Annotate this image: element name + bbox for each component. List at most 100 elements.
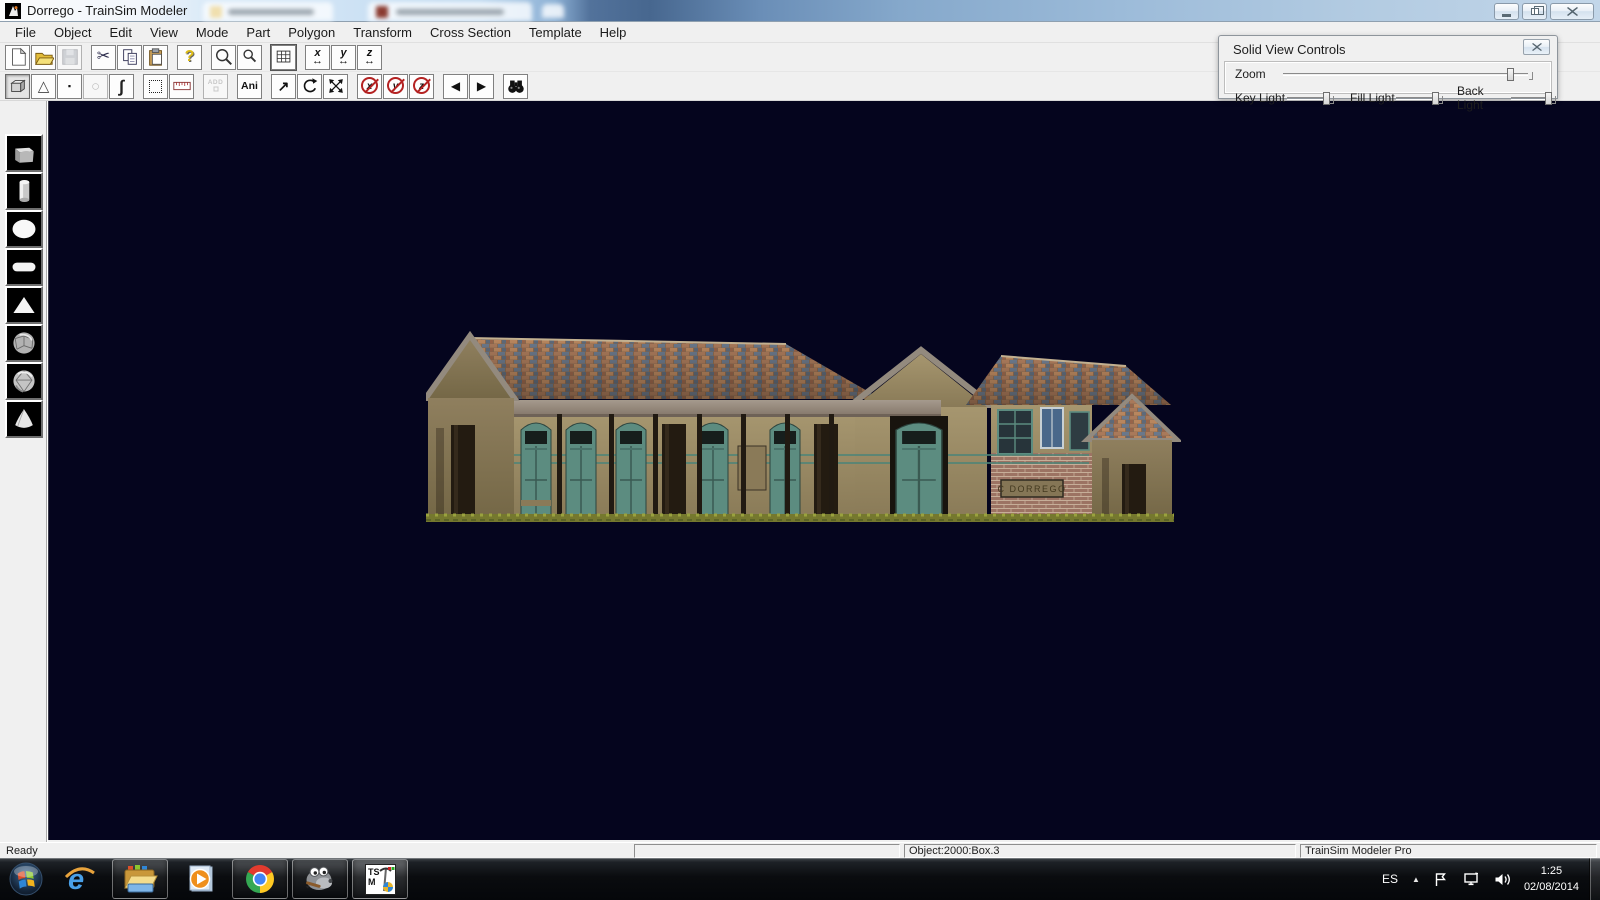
circle-tool-button[interactable]: ○ [83, 74, 108, 99]
fill-light-slider[interactable] [1396, 97, 1438, 100]
palette-geosphere2-button[interactable] [5, 362, 43, 400]
copy-icon [120, 47, 140, 67]
selection-rectangle-icon [149, 80, 162, 93]
lock-x-button[interactable]: x [357, 74, 382, 99]
internet-explorer-icon: e [63, 862, 97, 896]
measure-button[interactable] [169, 74, 194, 99]
palette-cylinder-button[interactable] [5, 172, 43, 210]
next-button[interactable]: ▶ [469, 74, 494, 99]
triangle-icon: △ [38, 79, 50, 94]
viewport-3d[interactable]: C DORREGO [48, 101, 1600, 840]
previous-button[interactable]: ◀ [443, 74, 468, 99]
animation-button[interactable]: Ani [237, 74, 262, 99]
panel-close-button[interactable] [1523, 39, 1550, 55]
palette-dome-button[interactable] [5, 400, 43, 438]
grid-icon [274, 47, 294, 67]
status-bar: Ready Object:2000:Box.3 TrainSim Modeler… [0, 842, 1600, 858]
network-icon[interactable] [1463, 872, 1480, 887]
taskbar-gimp[interactable] [292, 859, 348, 899]
copy-button[interactable] [117, 45, 142, 70]
x-axis-button[interactable]: x↔ [305, 45, 330, 70]
grid-toggle-button[interactable] [271, 45, 296, 70]
move-tool-button[interactable]: ↗ [271, 74, 296, 99]
clock[interactable]: 1:25 02/08/2014 [1524, 863, 1579, 896]
menu-file[interactable]: File [6, 22, 45, 43]
select-rect-button[interactable] [143, 74, 168, 99]
menu-transform[interactable]: Transform [344, 22, 421, 43]
minimize-button[interactable] [1494, 3, 1519, 20]
zoom-out-button[interactable] [237, 45, 262, 70]
restore-button[interactable] [1522, 3, 1547, 20]
menu-view[interactable]: View [141, 22, 187, 43]
y-axis-button[interactable]: y↔ [331, 45, 356, 70]
menu-polygon[interactable]: Polygon [279, 22, 344, 43]
menu-help[interactable]: Help [591, 22, 636, 43]
taskbar-trainsim-modeler[interactable]: TS M [352, 859, 408, 899]
palette-geosphere-button[interactable] [5, 324, 43, 362]
windows-start-icon [8, 861, 44, 897]
geosphere2-primitive-icon [9, 366, 39, 396]
window-title: Dorrego - TrainSim Modeler [27, 3, 187, 18]
palette-cone-button[interactable] [5, 286, 43, 324]
key-light-slider[interactable] [1287, 97, 1329, 100]
start-button[interactable] [2, 858, 50, 900]
back-light-label: Back Light [1457, 84, 1511, 112]
menu-edit[interactable]: Edit [101, 22, 141, 43]
taskbar-explorer[interactable] [112, 859, 168, 899]
restore-icon [1531, 8, 1539, 15]
add-point-button[interactable]: ADD [203, 74, 228, 99]
box-tool-button[interactable] [5, 74, 30, 99]
menu-template[interactable]: Template [520, 22, 591, 43]
new-file-button[interactable] [5, 45, 30, 70]
find-button[interactable] [503, 74, 528, 99]
zoom-in-button[interactable] [211, 45, 236, 70]
z-axis-button[interactable]: z↔ [357, 45, 382, 70]
open-folder-icon [34, 47, 54, 67]
taskbar-media-player[interactable] [172, 859, 228, 899]
key-light-thumb[interactable] [1323, 92, 1330, 105]
scale-tool-button[interactable] [323, 74, 348, 99]
tray-expand-button[interactable]: ▲ [1412, 875, 1420, 884]
paste-button[interactable] [143, 45, 168, 70]
zoom-slider-thumb[interactable] [1507, 68, 1514, 81]
fill-light-thumb[interactable] [1432, 92, 1439, 105]
palette-sphere-button[interactable] [5, 210, 43, 248]
save-button[interactable] [57, 45, 82, 70]
back-light-thumb[interactable] [1545, 92, 1552, 105]
show-desktop-button[interactable] [1589, 858, 1600, 900]
menu-part[interactable]: Part [237, 22, 279, 43]
solid-view-controls-panel[interactable]: Solid View Controls Zoom Key Light Fill … [1218, 35, 1558, 99]
open-file-button[interactable] [31, 45, 56, 70]
zoom-slider[interactable] [1283, 73, 1528, 76]
triangle-tool-button[interactable]: △ [31, 74, 56, 99]
menu-cross-section[interactable]: Cross Section [421, 22, 520, 43]
volume-icon[interactable] [1494, 872, 1511, 887]
cube-icon [8, 76, 28, 96]
app-icon [5, 3, 21, 19]
rotate-tool-button[interactable] [297, 74, 322, 99]
action-center-flag-icon[interactable] [1434, 872, 1449, 887]
menu-object[interactable]: Object [45, 22, 101, 43]
background-newtab-button [542, 4, 564, 18]
taskbar-internet-explorer[interactable]: e [52, 859, 108, 899]
point-tool-button[interactable]: ▪ [57, 74, 82, 99]
shape-palette [0, 101, 48, 842]
back-light-slider[interactable] [1511, 97, 1551, 100]
title-bar[interactable]: Dorrego - TrainSim Modeler [0, 0, 1600, 22]
help-button[interactable]: ? [177, 45, 202, 70]
cut-button[interactable]: ✂ [91, 45, 116, 70]
binoculars-icon [506, 76, 526, 96]
close-button[interactable] [1550, 3, 1594, 20]
background-tab-favicon [376, 6, 388, 18]
taskbar-chrome[interactable] [232, 859, 288, 899]
magnifier-icon [214, 47, 234, 67]
clock-date: 02/08/2014 [1524, 879, 1579, 896]
language-indicator[interactable]: ES [1382, 872, 1398, 886]
palette-box-button[interactable] [5, 134, 43, 172]
menu-mode[interactable]: Mode [187, 22, 238, 43]
palette-ellipsoid-button[interactable] [5, 248, 43, 286]
lock-z-button[interactable]: z [409, 74, 434, 99]
curve-tool-button[interactable]: ∫ [109, 74, 134, 99]
lock-y-button[interactable]: y [383, 74, 408, 99]
y-axis-icon: y↔ [338, 49, 349, 65]
